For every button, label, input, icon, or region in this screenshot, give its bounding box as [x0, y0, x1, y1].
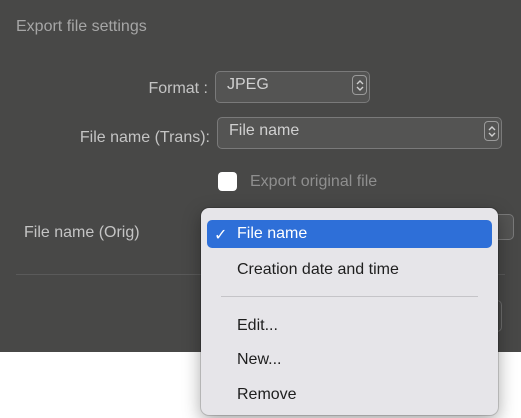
menu-item-edit[interactable]: Edit...: [207, 312, 492, 340]
format-popup[interactable]: JPEG: [215, 71, 370, 103]
panel-title: Export file settings: [16, 18, 147, 35]
checkmark-icon: ✓: [214, 227, 228, 244]
format-label: Format :: [148, 80, 208, 97]
format-value: JPEG: [227, 76, 269, 93]
stepper-arrows-icon: [352, 75, 367, 95]
menu-item-remove[interactable]: Remove: [207, 381, 492, 409]
file-name-trans-label: File name (Trans):: [79, 129, 210, 146]
export-original-checkbox[interactable]: [218, 172, 237, 191]
menu-item-new[interactable]: New...: [207, 346, 492, 374]
file-name-trans-value: File name: [229, 122, 300, 139]
menu-separator: [221, 296, 478, 297]
stepper-arrows-icon: [484, 121, 499, 141]
file-name-orig-dropdown-menu: ✓ File name Creation date and time Edit.…: [201, 208, 498, 415]
menu-item-label: Creation date and time: [237, 261, 399, 278]
menu-item-label: File name: [237, 225, 308, 242]
menu-item-label: New...: [237, 351, 282, 368]
file-name-trans-popup[interactable]: File name: [217, 117, 502, 149]
menu-item-label: Edit...: [237, 317, 278, 334]
menu-item-creation-date[interactable]: Creation date and time: [207, 256, 492, 284]
file-name-orig-popup-edge[interactable]: [496, 214, 514, 240]
menu-item-file-name[interactable]: ✓ File name: [207, 220, 492, 248]
file-name-orig-label: File name (Orig): [24, 224, 140, 241]
menu-item-label: Remove: [237, 386, 297, 403]
export-original-label: Export original file: [250, 173, 378, 190]
